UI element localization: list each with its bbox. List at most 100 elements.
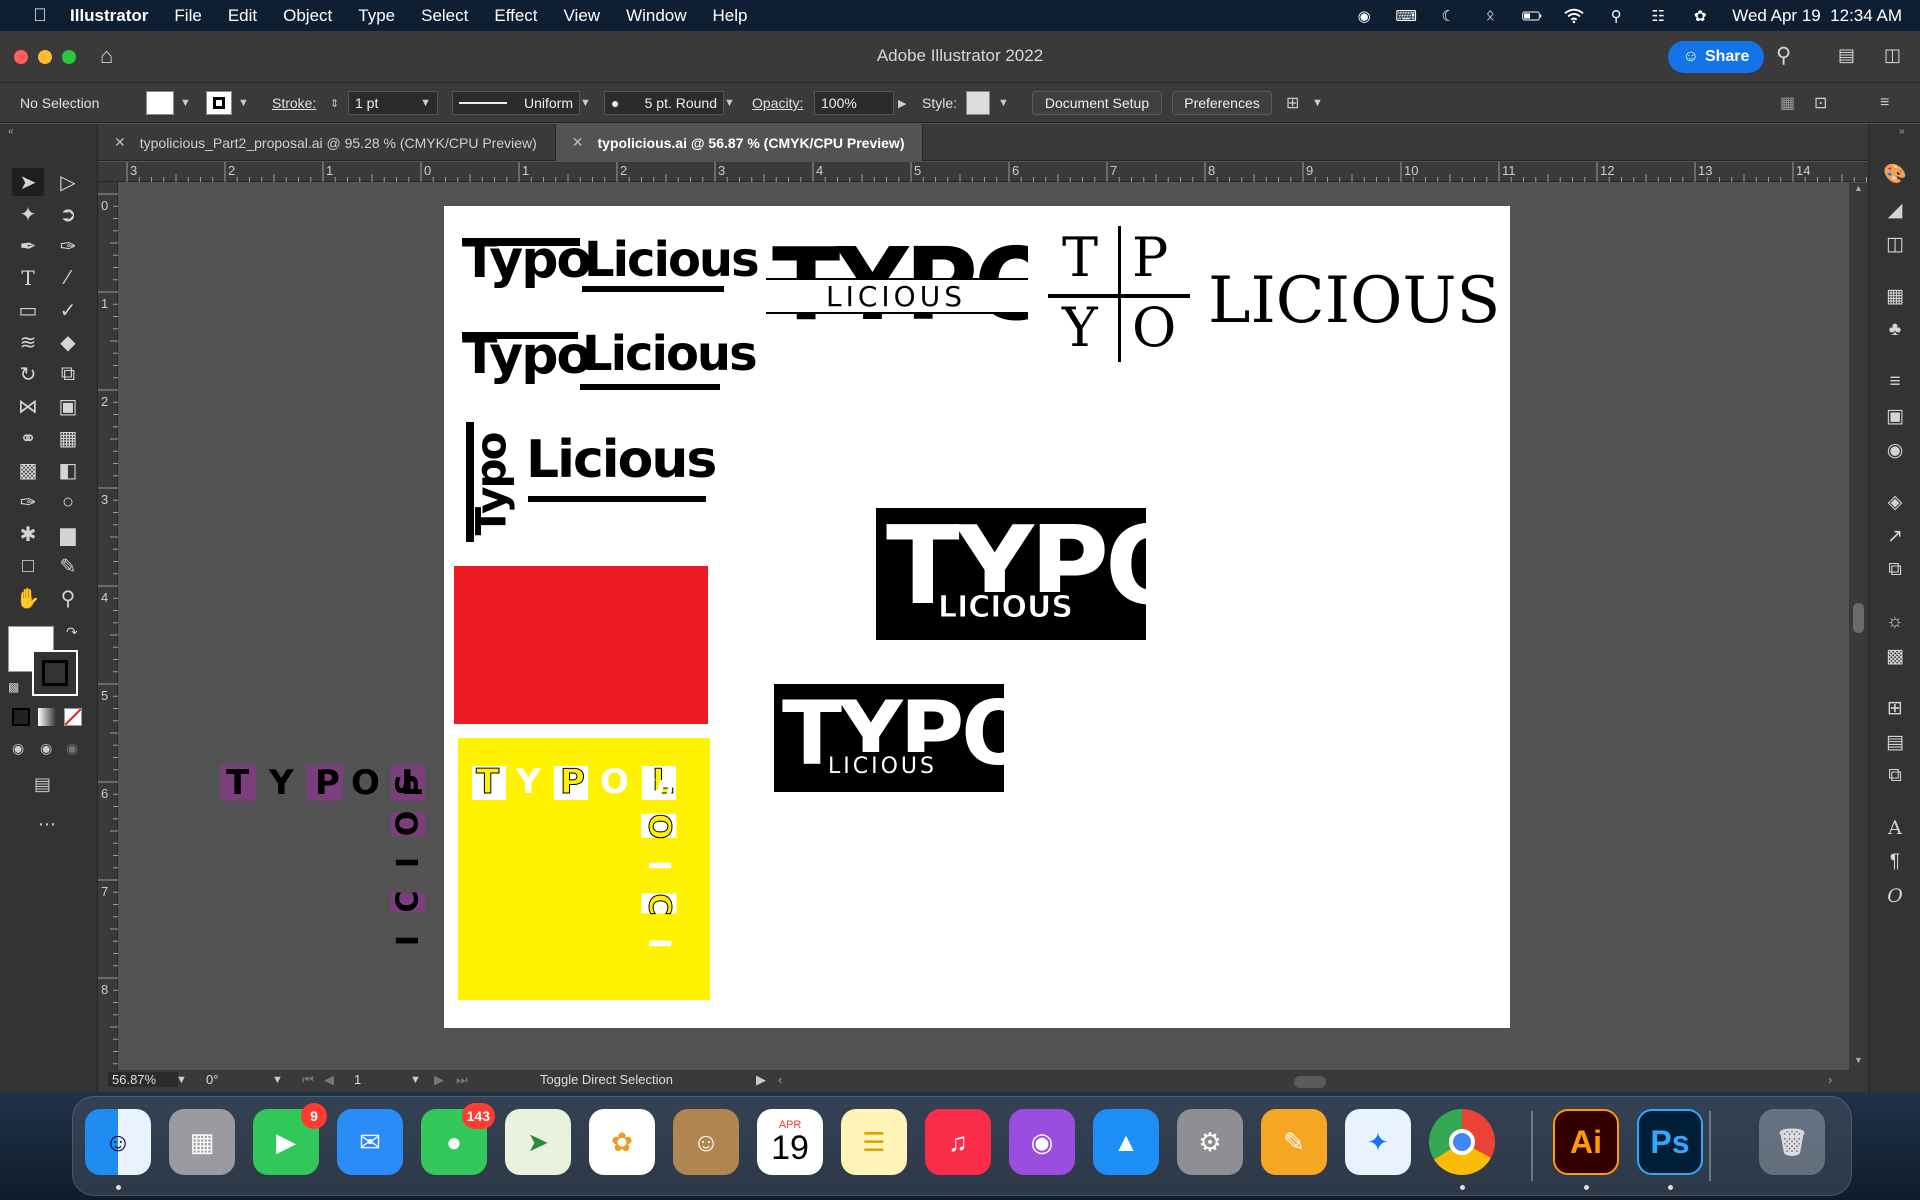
color-panel-icon[interactable]: 🎨 bbox=[1883, 162, 1907, 186]
canvas-area[interactable]: T Y P O L I C I O S Typo Licious Typo Li… bbox=[119, 183, 1849, 1070]
style-dropdown-icon[interactable]: ▼ bbox=[998, 91, 1009, 115]
fill-swatch[interactable] bbox=[146, 91, 174, 115]
width-tool-icon[interactable]: ⋈ bbox=[12, 392, 44, 420]
keyboard-icon[interactable]: ⌨ bbox=[1395, 7, 1417, 25]
letter-block-p[interactable]: P bbox=[307, 763, 343, 803]
control-bar-menu-icon[interactable]: ≡ bbox=[1880, 91, 1889, 115]
transparency-panel-icon[interactable]: ◉ bbox=[1883, 438, 1907, 462]
scroll-down-icon[interactable]: ▼ bbox=[1854, 1055, 1863, 1065]
control-center-icon[interactable]: ☷ bbox=[1648, 7, 1668, 25]
screen-mode-icon[interactable]: ▤ bbox=[34, 774, 51, 795]
last-artboard-icon[interactable]: ⏭ bbox=[456, 1072, 468, 1088]
type-tool-icon[interactable]: T bbox=[12, 264, 44, 292]
finder-icon[interactable]: ☺ bbox=[85, 1109, 151, 1175]
launchpad-icon[interactable]: ▦ bbox=[169, 1109, 235, 1175]
workspace-switcher-icon[interactable]: ◫ bbox=[1884, 45, 1901, 66]
first-artboard-icon[interactable]: ⏮ bbox=[302, 1072, 314, 1088]
bluetooth-icon[interactable]: ᛟ bbox=[1480, 7, 1500, 25]
default-fill-stroke-icon[interactable]: ▩ bbox=[8, 680, 19, 694]
safari-icon[interactable]: ✦ bbox=[1345, 1109, 1411, 1175]
menu-file[interactable]: File bbox=[161, 6, 214, 26]
selection-tool-icon[interactable]: ➤ bbox=[12, 168, 44, 196]
tab-typolicious-document[interactable]: ✕ typolicious.ai @ 56.87 % (CMYK/CPU Pre… bbox=[555, 124, 924, 161]
expand-panels-icon[interactable]: » bbox=[1899, 126, 1905, 137]
opacity-field[interactable]: 100% bbox=[814, 91, 894, 115]
line-segment-tool-icon[interactable]: ⁄ bbox=[52, 264, 84, 292]
photoshop-icon[interactable]: Ps bbox=[1637, 1109, 1703, 1175]
vertical-ruler[interactable]: 0 1 2 3 4 5 6 7 8 bbox=[98, 182, 118, 1070]
eraser-tool-icon[interactable]: ◆ bbox=[52, 328, 84, 356]
none-mode-icon[interactable] bbox=[64, 708, 82, 726]
logo-typo-black-box-large[interactable]: TYPO LICIOUS bbox=[876, 508, 1146, 640]
rectangle-tool-icon[interactable]: ▭ bbox=[12, 296, 44, 324]
letter-y[interactable]: Y bbox=[269, 763, 294, 803]
symbols-panel-icon[interactable]: ♣ bbox=[1883, 318, 1907, 342]
asset-export-icon[interactable]: ↗ bbox=[1883, 524, 1907, 548]
draw-inside-icon[interactable]: ◉ bbox=[66, 740, 78, 757]
red-color-block[interactable] bbox=[454, 566, 708, 724]
artboard-tool-icon[interactable]: □ bbox=[12, 552, 44, 580]
shape-builder-tool-icon[interactable]: ⚭ bbox=[12, 424, 44, 452]
zoom-dropdown-icon[interactable]: ▼ bbox=[176, 1074, 187, 1086]
yellow-letter-composition[interactable]: T Y P O L I C I O S bbox=[458, 738, 710, 1000]
align-icon[interactable]: ▦ bbox=[1780, 91, 1795, 115]
character-panel-icon[interactable]: A bbox=[1883, 816, 1907, 840]
swatches-panel-icon[interactable]: ▦ bbox=[1883, 284, 1907, 308]
profile-dropdown-icon[interactable]: ▼ bbox=[580, 91, 591, 115]
contacts-icon[interactable]: ☺ bbox=[673, 1109, 739, 1175]
vertical-scrollbar[interactable]: ▲ ▼ bbox=[1849, 183, 1868, 1070]
menu-view[interactable]: View bbox=[551, 6, 614, 26]
moon-icon[interactable]: ☾ bbox=[1438, 7, 1458, 25]
menubar-clock[interactable]: Wed Apr 19 12:34 AM bbox=[1732, 6, 1902, 26]
preferences-button[interactable]: Preferences bbox=[1172, 91, 1272, 115]
logo-typolicious-2[interactable]: Typo Licious bbox=[462, 326, 758, 406]
menu-effect[interactable]: Effect bbox=[481, 6, 550, 26]
stroke-panel-icon[interactable]: ≡ bbox=[1883, 370, 1907, 394]
variable-width-profile[interactable]: Uniform bbox=[452, 91, 580, 115]
mail-icon[interactable]: ✉ bbox=[337, 1109, 403, 1175]
swap-fill-stroke-icon[interactable]: ↷ bbox=[66, 624, 78, 641]
opacity-arrow-icon[interactable]: ▶ bbox=[898, 91, 906, 115]
letter-o[interactable]: O bbox=[351, 763, 380, 803]
vertical-letters-licious[interactable]: I C I O S bbox=[390, 776, 426, 961]
podcasts-icon[interactable]: ◉ bbox=[1009, 1109, 1075, 1175]
apple-icon[interactable]:  bbox=[24, 5, 56, 26]
creative-cloud-icon[interactable]: ◉ bbox=[1354, 7, 1374, 25]
perspective-grid-tool-icon[interactable]: ▦ bbox=[52, 424, 84, 452]
battery-icon[interactable] bbox=[1522, 7, 1542, 25]
menu-window[interactable]: Window bbox=[613, 6, 699, 26]
menu-select[interactable]: Select bbox=[408, 6, 481, 26]
vertical-scroll-thumb[interactable] bbox=[1853, 603, 1864, 633]
illustrator-icon[interactable]: Ai bbox=[1553, 1109, 1619, 1175]
music-icon[interactable]: ♫ bbox=[925, 1109, 991, 1175]
direct-selection-tool-icon[interactable]: ▷ bbox=[52, 168, 84, 196]
brush-dropdown-icon[interactable]: ▼ bbox=[724, 91, 735, 115]
collapse-panel-icon[interactable]: « bbox=[8, 126, 14, 137]
menu-app-name[interactable]: Illustrator bbox=[70, 6, 161, 26]
paragraph-panel-icon[interactable]: ¶ bbox=[1883, 850, 1907, 874]
color-mode-icon[interactable] bbox=[12, 708, 30, 726]
appearance-panel-icon[interactable]: ☼ bbox=[1883, 610, 1907, 634]
horizontal-scroll-thumb[interactable] bbox=[1294, 1076, 1326, 1088]
logo-typolicious-1[interactable]: Typo Licious bbox=[462, 216, 760, 296]
gradient-panel-icon[interactable]: ▣ bbox=[1883, 404, 1907, 428]
tab-proposal-document[interactable]: ✕ typolicious_Part2_proposal.ai @ 95.28 … bbox=[98, 124, 556, 161]
eyedropper-tool-icon[interactable]: ✑ bbox=[12, 488, 44, 516]
calendar-icon[interactable]: APR 19 bbox=[757, 1109, 823, 1175]
quick-actions-icon[interactable]: ⊞ bbox=[1286, 91, 1299, 115]
spotlight-search-icon[interactable]: ⚲ bbox=[1606, 7, 1626, 25]
maps-icon[interactable]: ➤ bbox=[505, 1109, 571, 1175]
messages-icon[interactable]: ● 143 bbox=[421, 1103, 495, 1175]
arrange-documents-icon[interactable]: ▤ bbox=[1838, 45, 1855, 66]
facetime-icon[interactable]: ▶ 9 bbox=[253, 1103, 327, 1175]
artboards-panel-icon[interactable]: ⧉ bbox=[1883, 558, 1907, 582]
artboard-dropdown-icon[interactable]: ▼ bbox=[410, 1074, 421, 1086]
scale-tool-icon[interactable]: ⧉ bbox=[52, 360, 84, 388]
symbol-sprayer-tool-icon[interactable]: ✱ bbox=[12, 520, 44, 548]
letter-block-t[interactable]: T bbox=[220, 763, 256, 803]
free-transform-tool-icon[interactable]: ▣ bbox=[52, 392, 84, 420]
graphic-styles-icon[interactable]: ▩ bbox=[1883, 644, 1907, 668]
logo-typo-grid-serif[interactable]: T P Y O LICIOUS bbox=[1048, 226, 1500, 366]
scroll-up-icon[interactable]: ▲ bbox=[1854, 183, 1863, 193]
draw-behind-icon[interactable]: ◉ bbox=[40, 740, 52, 757]
